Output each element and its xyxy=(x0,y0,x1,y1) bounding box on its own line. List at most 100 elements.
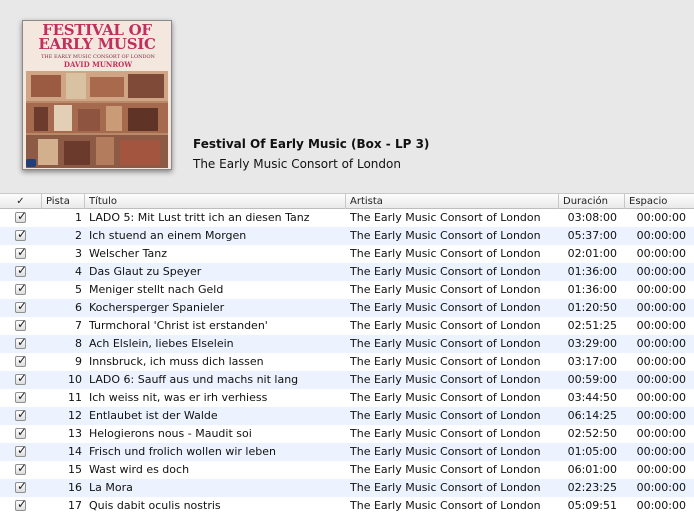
checkbox-box[interactable]: ✓ xyxy=(15,425,28,439)
column-header-artist[interactable]: Artista xyxy=(346,194,559,209)
track-number: 17 xyxy=(68,499,82,512)
table-row[interactable]: ✓ 11 Ich weiss nit, was er irh verhiess The… xyxy=(0,389,694,407)
track-checkbox[interactable]: ✓ xyxy=(15,371,29,389)
track-number: 7 xyxy=(75,319,82,332)
checkbox-box[interactable]: ✓ xyxy=(15,209,27,223)
track-number: 14 xyxy=(68,445,82,458)
track-checkbox[interactable]: ✓ xyxy=(15,407,29,425)
track-title: LADO 6: Sauff aus und machs nit lang xyxy=(89,373,299,386)
track-gap: 00:00:00 xyxy=(636,229,686,242)
table-row[interactable]: ✓ 1 LADO 5: Mit Lust tritt ich an diesen T… xyxy=(0,209,694,227)
table-row[interactable]: ✓ 14 Frisch und frolich wollen wir leben Th… xyxy=(0,443,694,461)
track-gap: 00:00:00 xyxy=(636,301,686,314)
track-title: Wast wird es doch xyxy=(89,463,190,476)
track-title: La Mora xyxy=(89,481,133,494)
track-duration: 03:29:00 xyxy=(567,337,617,350)
track-duration: 03:44:50 xyxy=(567,391,617,404)
track-checkbox[interactable]: ✓ xyxy=(15,281,29,299)
track-number: 15 xyxy=(68,463,82,476)
track-checkbox[interactable]: ✓ xyxy=(15,497,29,515)
table-row[interactable]: ✓ 7 Turmchoral 'Christ ist erstanden' The E… xyxy=(0,317,694,335)
track-checkbox[interactable]: ✓ xyxy=(15,317,29,335)
table-row[interactable]: ✓ 10 LADO 6: Sauff aus und machs nit lang T… xyxy=(0,371,694,389)
track-checkbox[interactable]: ✓ xyxy=(15,227,29,245)
track-title: Entlaubet ist der Walde xyxy=(89,409,218,422)
track-checkbox[interactable]: ✓ xyxy=(15,335,29,353)
checkbox-box[interactable]: ✓ xyxy=(15,263,27,277)
column-header-track[interactable]: Pista xyxy=(42,194,85,209)
checkbox-box[interactable]: ✓ xyxy=(15,281,28,295)
checkmark-icon: ✓ xyxy=(17,461,28,475)
track-checkbox[interactable]: ✓ xyxy=(15,299,29,317)
table-row[interactable]: ✓ 2 Ich stuend an einem Morgen The Early Mu… xyxy=(0,227,694,245)
track-title: Ach Elslein, liebes Elselein xyxy=(89,337,234,350)
track-checkbox[interactable]: ✓ xyxy=(15,353,29,371)
checkbox-box[interactable]: ✓ xyxy=(15,389,27,403)
column-header-title[interactable]: Título xyxy=(85,194,346,209)
table-row[interactable]: ✓ 6 Kochersperger Spanieler The Early Music… xyxy=(0,299,694,317)
column-header-gap[interactable]: Espacio xyxy=(625,194,694,209)
track-checkbox[interactable]: ✓ xyxy=(15,461,29,479)
track-title: Meniger stellt nach Geld xyxy=(89,283,224,296)
checkbox-box[interactable]: ✓ xyxy=(15,335,28,349)
checkmark-icon: ✓ xyxy=(17,335,28,349)
table-row[interactable]: ✓ 3 Welscher Tanz The Early Music Consort o… xyxy=(0,245,694,263)
track-checkbox[interactable]: ✓ xyxy=(15,389,29,407)
album-cover[interactable]: FESTIVAL OF EARLY MUSIC THE EARLY MUSIC … xyxy=(22,20,172,170)
track-checkbox[interactable]: ✓ xyxy=(15,425,29,443)
track-checkbox[interactable]: ✓ xyxy=(15,263,29,281)
track-number: 2 xyxy=(75,229,82,242)
track-gap: 00:00:00 xyxy=(636,427,686,440)
checkbox-box[interactable]: ✓ xyxy=(15,407,27,421)
checkmark-icon: ✓ xyxy=(17,371,28,385)
table-row[interactable]: ✓ 8 Ach Elslein, liebes Elselein The Early … xyxy=(0,335,694,353)
table-row[interactable]: ✓ 9 Innsbruck, ich muss dich lassen The Ear… xyxy=(0,353,694,371)
track-number: 16 xyxy=(68,481,82,494)
track-gap: 00:00:00 xyxy=(636,265,686,278)
track-artist: The Early Music Consort of London xyxy=(350,301,541,314)
checkbox-box[interactable]: ✓ xyxy=(15,353,27,367)
track-duration: 02:51:25 xyxy=(567,319,617,332)
table-row[interactable]: ✓ 12 Entlaubet ist der Walde The Early Musi… xyxy=(0,407,694,425)
track-duration: 05:37:00 xyxy=(567,229,617,242)
track-title: Ich weiss nit, was er irh verhiess xyxy=(89,391,268,404)
checkmark-icon: ✓ xyxy=(17,425,28,439)
track-checkbox[interactable]: ✓ xyxy=(15,479,29,497)
track-duration: 03:08:00 xyxy=(567,211,617,224)
checkbox-box[interactable]: ✓ xyxy=(15,497,27,511)
checkmark-icon: ✓ xyxy=(17,299,28,313)
table-row[interactable]: ✓ 5 Meniger stellt nach Geld The Early Musi… xyxy=(0,281,694,299)
track-artist: The Early Music Consort of London xyxy=(350,265,541,278)
track-artist: The Early Music Consort of London xyxy=(350,481,541,494)
table-row[interactable]: ✓ 13 Helogierons nous - Maudit soi The Earl… xyxy=(0,425,694,443)
track-duration: 02:52:50 xyxy=(567,427,617,440)
column-header-duration[interactable]: Duración xyxy=(559,194,625,209)
track-number: 13 xyxy=(68,427,82,440)
table-row[interactable]: ✓ 15 Wast wird es doch The Early Music Cons… xyxy=(0,461,694,479)
column-header-check[interactable]: ✓ xyxy=(0,194,42,209)
track-checkbox[interactable]: ✓ xyxy=(15,245,29,263)
track-checkbox[interactable]: ✓ xyxy=(15,209,29,227)
checkmark-icon: ✓ xyxy=(17,281,28,295)
album-header: FESTIVAL OF EARLY MUSIC THE EARLY MUSIC … xyxy=(0,0,694,193)
track-title: Ich stuend an einem Morgen xyxy=(89,229,247,242)
track-checkbox[interactable]: ✓ xyxy=(15,443,29,461)
track-artist: The Early Music Consort of London xyxy=(350,373,541,386)
table-row[interactable]: ✓ 16 La Mora The Early Music Consort of Lon… xyxy=(0,479,694,497)
checkbox-box[interactable]: ✓ xyxy=(15,227,27,241)
track-duration: 03:17:00 xyxy=(567,355,617,368)
track-title: Frisch und frolich wollen wir leben xyxy=(89,445,276,458)
table-row[interactable]: ✓ 17 Quis dabit oculis nostris The Early Mu… xyxy=(0,497,694,515)
table-row[interactable]: ✓ 4 Das Glaut zu Speyer The Early Music Con… xyxy=(0,263,694,281)
track-artist: The Early Music Consort of London xyxy=(350,409,541,422)
track-duration: 06:01:00 xyxy=(567,463,617,476)
track-gap: 00:00:00 xyxy=(636,355,686,368)
checkbox-box[interactable]: ✓ xyxy=(15,245,27,259)
checkbox-box[interactable]: ✓ xyxy=(15,443,27,457)
checkbox-box[interactable]: ✓ xyxy=(15,479,27,493)
checkbox-box[interactable]: ✓ xyxy=(15,317,27,331)
checkbox-box[interactable]: ✓ xyxy=(15,371,28,385)
checkbox-box[interactable]: ✓ xyxy=(15,299,28,313)
checkbox-box[interactable]: ✓ xyxy=(15,461,28,475)
track-number: 10 xyxy=(68,373,82,386)
